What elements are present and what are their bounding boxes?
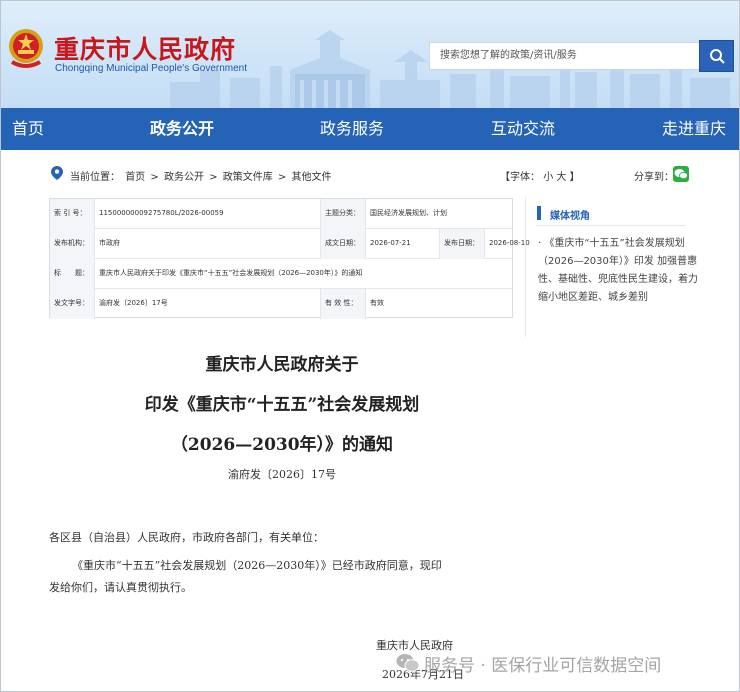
site-header: 重庆市人民政府 Chongqing Municipal People's Gov… [0,0,740,108]
nav-item-government-affairs[interactable]: 政务公开 [150,108,214,150]
doc-number-label: 发文字号： [50,289,95,319]
sidebar-news-link[interactable]: · 《重庆市“十五五”社会发展规划（2026—2030年）》印发 加强普惠性、基… [538,235,698,307]
font-size-bracket: 】 [569,172,580,183]
table-row: 发文字号： 渝府发〔2026〕17号 有 效 性： 有效 [50,289,512,319]
nav-item-services[interactable]: 政务服务 [320,108,384,150]
search-input[interactable]: 搜索您想了解的政策/资讯/服务 [429,42,701,70]
sidebar-news-link-text[interactable]: 《重庆市“十五五”社会发展规划（2026—2030年）》印发 加强普惠性、基础性… [538,238,698,303]
doc-number-value: 渝府发〔2026〕17号 [95,289,321,319]
table-row: 发布机构： 市政府 成文日期： 2026-07-21 发布日期： 2026-08… [50,229,530,259]
document-title-line-3: （2026—2030年）》的通知 [170,435,394,455]
nav-item-home[interactable]: 首页 [12,108,44,150]
written-date-label: 成文日期： [321,229,366,259]
table-row: 标 题： 重庆市人民政府关于印发《重庆市“十五五”社会发展规划（2026—203… [50,259,512,289]
category-value: 国民经济发展规划、计划 [370,209,447,217]
sidebar-accent-bar [537,206,541,220]
index-label: 索 引 号： [50,199,95,229]
validity-value: 有效 [370,299,384,307]
breadcrumb-item-home[interactable]: 首页 [125,172,145,183]
document-number: 渝府发〔2026〕17号 [228,468,336,481]
document-body-line-2: 发给你们，请认真贯彻执行。 [49,581,192,594]
nav-item-about-chongqing[interactable]: 走进重庆 [662,108,726,150]
breadcrumb-prefix: 当前位置： [70,172,120,183]
sidebar-divider [536,225,686,226]
breadcrumb-separator: > [209,172,218,183]
breadcrumb-separator: > [277,172,287,183]
nav-item-interaction[interactable]: 互动交流 [491,108,555,150]
font-size-control: 【字体： 小 大 】 [500,168,580,183]
document-info-table: 索 引 号： 11500000009275780L/2026-00059 主题分… [49,198,530,319]
publish-date-label: 发布日期： [440,229,485,259]
search-button[interactable] [699,40,734,72]
site-subtitle: Chongqing Municipal People's Government [55,63,248,74]
index-value: 11500000009275780L/2026-00059 [95,199,321,229]
validity-label: 有 效 性： [321,289,366,319]
document-salutation: 各区县（自治县）人民政府，市政府各部门，有关单位： [49,531,324,544]
wechat-share-icon[interactable] [673,166,689,182]
wechat-icon [674,169,688,180]
title-label: 标 题： [50,259,95,289]
share-label: 分享到： [634,172,674,183]
sidebar-title: 媒体视角 [550,211,590,222]
issuer-label: 发布机构： [50,229,95,259]
main-nav: 首页 政务公开 政务服务 互动交流 走进重庆 [0,108,740,150]
publish-date-value: 2026-08-10 [489,239,530,247]
breadcrumb-separator: > [150,172,159,183]
breadcrumb-item-other-files[interactable]: 其他文件 [291,172,331,183]
issuer-value: 市政府 [95,229,321,259]
table-row: 索 引 号： 11500000009275780L/2026-00059 主题分… [50,199,512,229]
title-value: 重庆市人民政府关于印发《重庆市“十五五”社会发展规划（2026—2030年）》的… [99,269,363,277]
breadcrumb-item-policy-library[interactable]: 政策文件库 [223,172,273,183]
document-title-line-1: 重庆市人民政府关于 [205,355,359,375]
breadcrumb-item-government-affairs[interactable]: 政务公开 [164,172,204,183]
location-pin-icon [51,166,63,180]
font-size-small-button[interactable]: 小 [543,172,553,183]
written-date-value: 2026-07-21 [366,229,440,259]
category-label: 主题分类： [321,199,366,229]
breadcrumb: 当前位置： 首页 > 政务公开 > 政策文件库 > 其他文件 [70,168,333,183]
watermark-text: 服务号 · 医保行业可信数据空间 [424,656,662,676]
search-icon [710,49,725,64]
font-size-label: 【字体： [500,172,540,183]
media-perspective-sidebar: 媒体视角 · 《重庆市“十五五”社会发展规划（2026—2030年）》印发 加强… [525,197,698,337]
font-size-large-button[interactable]: 大 [556,172,566,183]
wechat-watermark-icon [396,654,420,672]
document-body-line-1: 《重庆市“十五五”社会发展规划（2026—2030年）》已经市政府同意，现印 [72,559,442,572]
document-title-line-2: 印发《重庆市“十五五”社会发展规划 [144,395,420,415]
national-emblem-icon [9,29,43,68]
site-title[interactable]: 重庆市人民政府 [54,30,236,66]
